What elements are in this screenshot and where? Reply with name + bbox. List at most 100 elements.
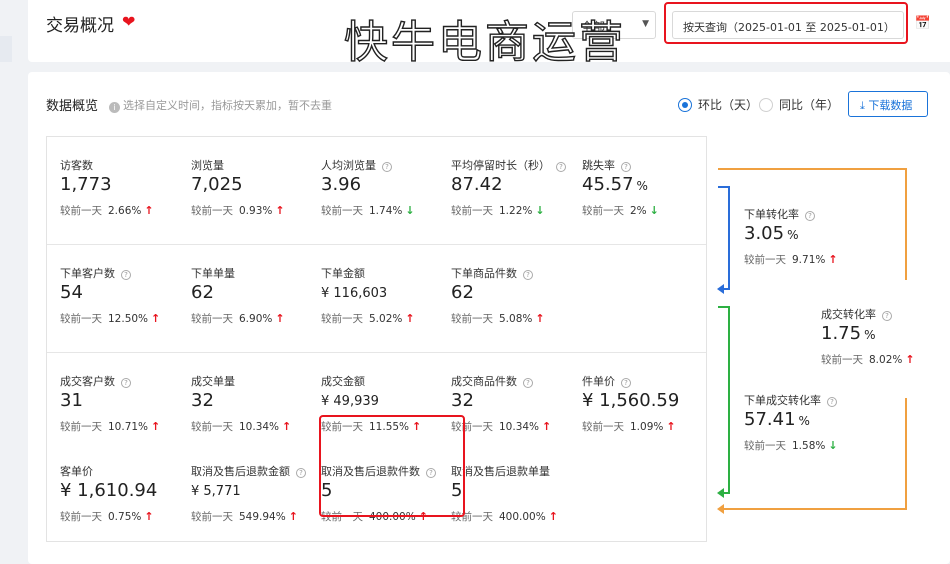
arrow-up-icon: ↑ [542,420,552,433]
panel-hint-text: 选择自定义时间，指标按天累加，暂不去重 [123,99,332,112]
question-icon[interactable]: ? [523,378,533,388]
arrow-up-icon: ↑ [275,204,285,217]
metric-deal-buyers[interactable]: 成交客户数? 31 较前一天 10.71% ↑ [60,373,190,473]
metric-value: 87.42 [451,174,503,195]
metric-value: 31 [60,390,83,411]
question-icon[interactable]: ? [827,397,837,407]
scope-select[interactable]: 全部 ▼ [572,11,656,39]
metric-visitors[interactable]: 访客数 1,773 较前一天 2.66% ↑ [60,157,190,257]
metric-compare: 较前一天 1.58% ↓ [744,439,838,452]
metric-order-buyers[interactable]: 下单客户数? 54 较前一天 12.50% ↑ [60,265,190,365]
calendar-icon[interactable]: 📅 [915,16,931,31]
question-icon[interactable]: ? [621,378,631,388]
metric-label: 下单金额 [321,267,365,280]
metric-value: 32 [191,390,214,411]
arrow-up-icon: ↑ [548,510,558,523]
date-range-text: 按天查询（2025-01-01 至 2025-01-01） [683,21,895,34]
metric-order-amount[interactable]: 下单金额 ¥ 116,603 较前一天 5.02% ↑ [321,265,451,365]
metric-label: 平均停留时长（秒）? [451,157,566,173]
question-icon[interactable]: ? [121,270,131,280]
question-icon[interactable]: ? [121,378,131,388]
date-range-picker[interactable]: 按天查询（2025-01-01 至 2025-01-01） 📅 [672,11,931,39]
metric-value: 62 [451,282,474,303]
metric-label: 件单价? [582,373,631,389]
metric-customer-price[interactable]: 客单价 ¥ 1,610.94 较前一天 0.75% ↑ [60,463,190,563]
metric-label: 取消及售后退款件数? [321,463,436,479]
metric-label: 跳失率? [582,157,631,173]
question-icon[interactable]: ? [621,162,631,172]
question-icon[interactable]: ? [382,162,392,172]
metric-item-price[interactable]: 件单价? ¥ 1,560.59 较前一天 1.09% ↑ [582,373,712,473]
metric-order-count[interactable]: 下单单量 62 较前一天 6.90% ↑ [191,265,321,365]
flow-line-green [724,492,730,494]
metric-compare: 较前一天 10.71% ↑ [60,420,161,433]
arrow-up-icon: ↑ [412,420,422,433]
flow-line-orange [718,168,907,170]
panel-title: 数据概览 [46,99,99,114]
arrow-up-icon: ↑ [144,204,154,217]
metric-value: 3.96 [321,174,362,195]
metric-compare: 较前一天 10.34% ↑ [191,420,292,433]
arrow-down-icon: ↓ [828,439,838,452]
metrics-grid: 访客数 1,773 较前一天 2.66% ↑ 浏览量 7,025 较前一天 0.93%… [46,136,707,542]
question-icon[interactable]: ? [296,468,306,478]
arrow-up-icon: ↑ [288,510,298,523]
flow-line-green [728,306,730,494]
metric-label: 下单转化率? [744,206,815,222]
flow-line-orange [905,168,907,280]
metric-compare: 较前一天 12.50% ↑ [60,312,161,325]
metric-value: ¥ 49,939 [321,394,379,409]
metric-value: 1.75% [821,323,876,344]
metric-compare: 较前一天 10.34% ↑ [451,420,552,433]
metric-value: 62 [191,282,214,303]
metric-compare: 较前一天 0.93% ↑ [191,204,285,217]
metric-order-conversion-rate[interactable]: 下单转化率? 3.05% 较前一天 9.71% ↑ [744,206,874,306]
metric-avg-stay[interactable]: 平均停留时长（秒）? 87.42 较前一天 1.22% ↓ [451,157,581,257]
metric-compare: 较前一天 9.71% ↑ [744,253,838,266]
metric-label: 成交客户数? [60,373,131,389]
metric-pageviews[interactable]: 浏览量 7,025 较前一天 0.93% ↑ [191,157,321,257]
metric-compare: 较前一天 6.90% ↑ [191,312,285,325]
data-overview-panel: 数据概览 i 选择自定义时间，指标按天累加，暂不去重 环比（天） 同比（年） ⤓ … [28,72,950,564]
metric-label: 成交商品件数? [451,373,533,389]
metric-label: 下单商品件数? [451,265,533,281]
metric-value: 7,025 [191,174,243,195]
metric-refund-amount[interactable]: 取消及售后退款金额? ¥ 5,771 较前一天 549.94% ↑ [191,463,321,563]
metric-compare: 较前一天 5.08% ↑ [451,312,545,325]
arrow-up-icon: ↑ [282,420,292,433]
arrow-left-icon [717,488,724,498]
metric-label: 取消及售后退款单量 [451,465,550,478]
metric-deal-count[interactable]: 成交单量 32 较前一天 10.34% ↑ [191,373,321,473]
question-icon[interactable]: ? [882,311,892,321]
metric-value: 45.57% [582,174,648,195]
question-icon[interactable]: ? [523,270,533,280]
metric-value: 57.41% [744,409,810,430]
metric-compare: 较前一天 5.02% ↑ [321,312,415,325]
arrow-up-icon: ↑ [535,312,545,325]
question-icon[interactable]: ? [556,162,566,172]
metric-per-visitor-views[interactable]: 人均浏览量? 3.96 较前一天 1.74% ↓ [321,157,451,257]
metric-value: ¥ 116,603 [321,286,388,301]
metric-value: ¥ 5,771 [191,484,241,499]
metric-refund-orders[interactable]: 取消及售后退款单量 5 较前一天 400.00% ↑ [451,463,581,563]
metric-deal-amount[interactable]: 成交金额 ¥ 49,939 较前一天 11.55% ↑ [321,373,451,473]
metric-bounce-rate[interactable]: 跳失率? 45.57% 较前一天 2% ↓ [582,157,712,257]
metric-label: 成交单量 [191,375,235,388]
metric-compare: 较前一天 2.66% ↑ [60,204,154,217]
chevron-down-icon: ▼ [642,19,649,29]
arrow-left-icon [717,284,724,294]
metric-compare: 较前一天 1.74% ↓ [321,204,415,217]
panel-hint: i 选择自定义时间，指标按天累加，暂不去重 [109,97,332,113]
metric-refund-items[interactable]: 取消及售后退款件数? 5 较前一天 400.00% ↑ [321,463,451,563]
question-icon[interactable]: ? [426,468,436,478]
metric-order-deal-conversion-rate[interactable]: 下单成交转化率? 57.41% 较前一天 1.58% ↓ [744,392,874,492]
metric-value: ¥ 1,610.94 [60,480,158,501]
metric-deal-items[interactable]: 成交商品件数? 32 较前一天 10.34% ↑ [451,373,581,473]
metric-deal-conversion-rate[interactable]: 成交转化率? 1.75% 较前一天 8.02% ↑ [821,306,950,406]
metric-compare: 较前一天 1.09% ↑ [582,420,676,433]
question-icon[interactable]: ? [805,211,815,221]
metric-label: 人均浏览量? [321,157,392,173]
metric-order-items[interactable]: 下单商品件数? 62 较前一天 5.08% ↑ [451,265,581,365]
conversion-flow: 下单转化率? 3.05% 较前一天 9.71% ↑ 成交转化率? 1.75% 较前一… [708,72,950,564]
arrow-up-icon: ↑ [151,312,161,325]
